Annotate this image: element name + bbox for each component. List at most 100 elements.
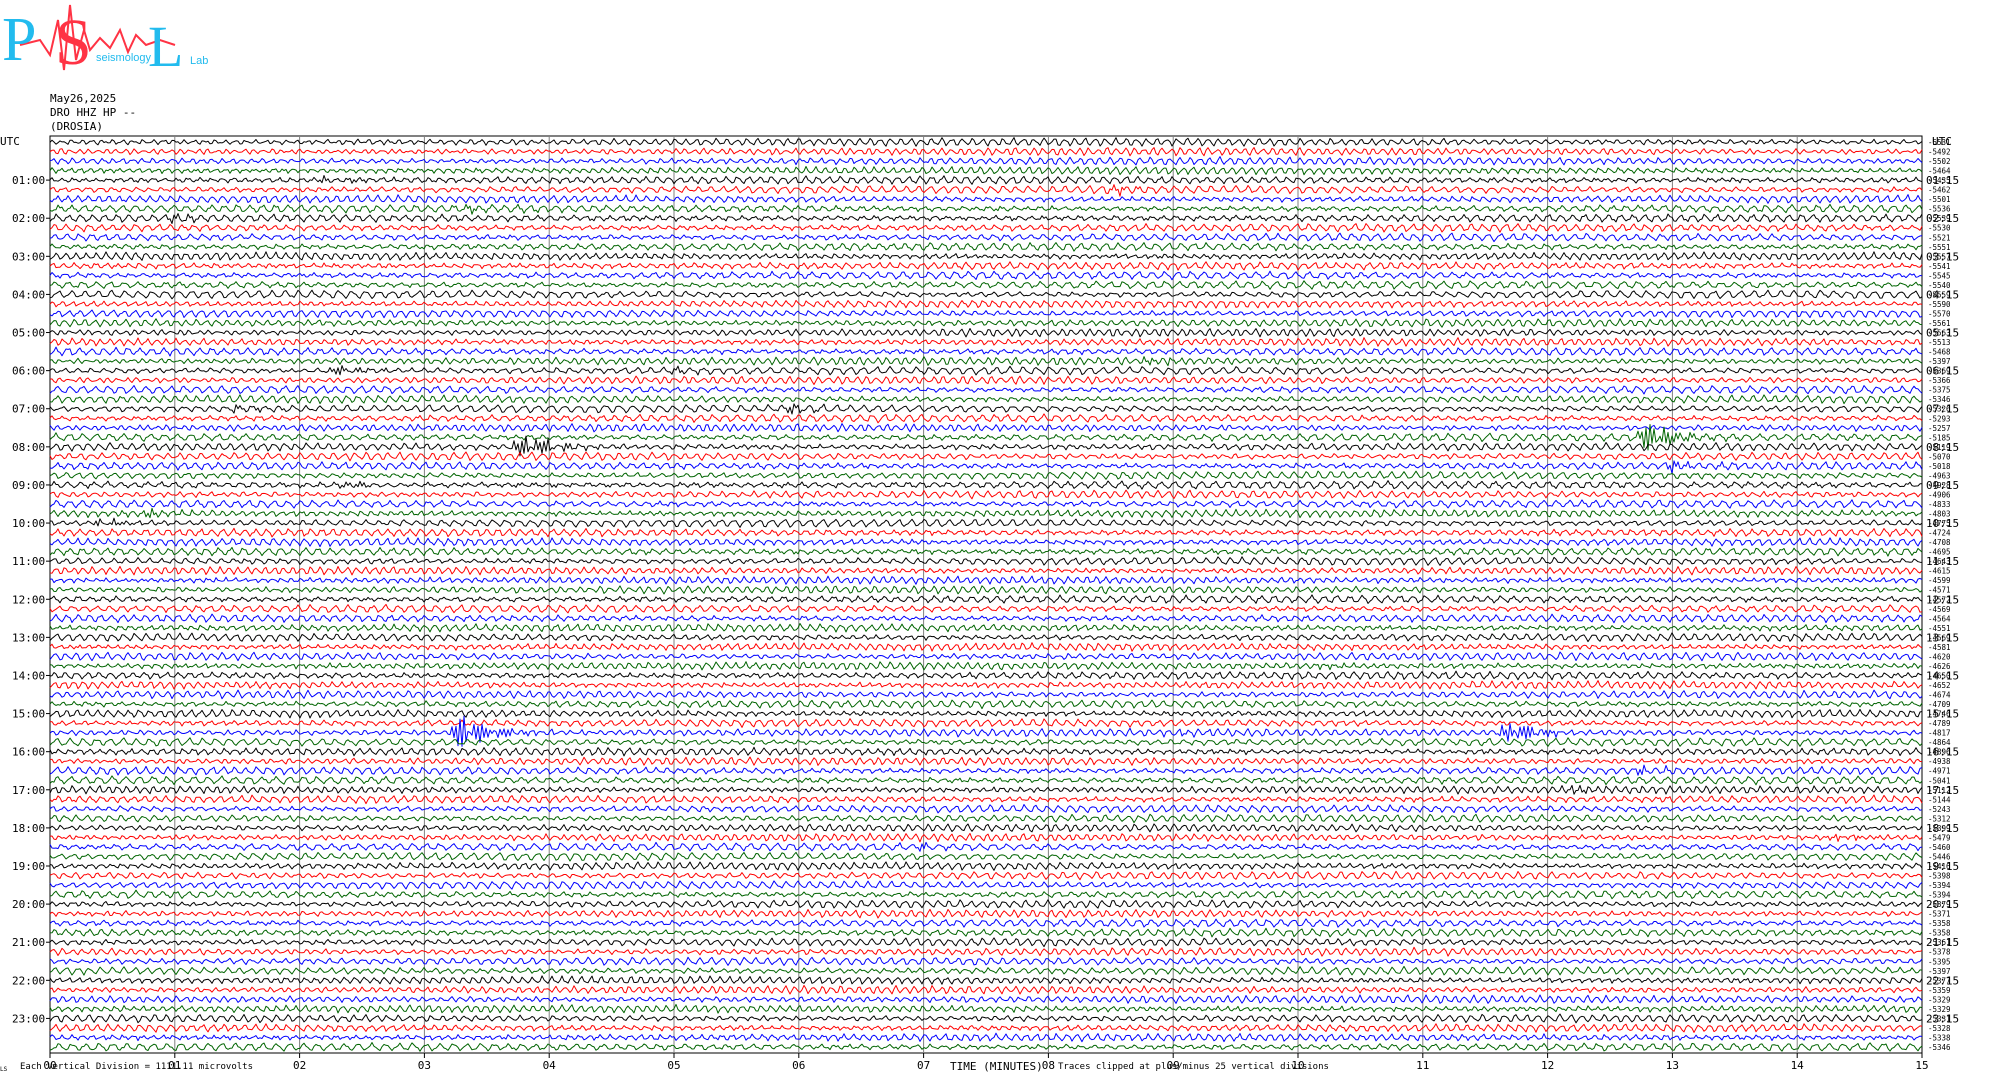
trace-line	[49, 764, 1923, 776]
row-offset-label: -4833	[1928, 500, 1951, 509]
helicorder-plot: 00 01 02 03 04 05 06 07 08 09 10 11 12 13 14 15-5531-54…	[0, 135, 1959, 1072]
trace-line	[49, 746, 1923, 757]
right-hour-label: 03:15	[1926, 250, 1959, 263]
trace-line	[49, 689, 1923, 700]
trace-line	[49, 994, 1923, 1004]
right-hour-label: 20:15	[1926, 898, 1959, 911]
trace-line	[49, 184, 1923, 197]
trace-line	[49, 309, 1923, 319]
trace-line	[49, 832, 1923, 843]
right-hour-label: 22:15	[1926, 974, 1959, 987]
trace-line	[49, 280, 1923, 290]
row-offset-label: -5468	[1928, 348, 1951, 357]
right-utc-label: UTC	[1932, 135, 1952, 148]
trace-line	[49, 337, 1923, 347]
right-hour-label: 08:15	[1926, 441, 1959, 454]
trace-line	[49, 213, 1923, 224]
trace-line	[49, 270, 1923, 281]
left-hour-label: 08:00	[12, 441, 45, 454]
x-tick-label: 15	[1915, 1059, 1928, 1072]
right-hour-label: 21:15	[1926, 936, 1959, 949]
x-tick-label: 06	[792, 1059, 805, 1072]
row-offset-label: -5329	[1928, 995, 1951, 1004]
row-offset-label: -5521	[1928, 233, 1951, 242]
trace-line	[49, 718, 1923, 728]
row-offset-label: -4564	[1928, 614, 1951, 623]
right-hour-label: 13:15	[1926, 631, 1959, 644]
row-offset-label: -4599	[1928, 576, 1951, 585]
row-offset-label: -5395	[1928, 957, 1951, 966]
trace-line	[49, 1042, 1923, 1052]
trace-line	[49, 937, 1923, 948]
trace-line	[49, 499, 1923, 509]
row-offset-label: -5346	[1928, 1043, 1951, 1052]
left-hour-label: 11:00	[12, 555, 45, 568]
row-offset-label: -5018	[1928, 462, 1951, 471]
trace-line	[49, 365, 1923, 376]
left-hour-label: 14:00	[12, 669, 45, 682]
trace-line	[49, 223, 1923, 233]
trace-line	[49, 956, 1923, 966]
left-hour-label: 07:00	[12, 403, 45, 416]
left-hour-label: 03:00	[12, 250, 45, 263]
right-hour-label: 16:15	[1926, 746, 1959, 759]
trace-line	[49, 841, 1923, 852]
trace-line	[49, 870, 1923, 881]
trace-line	[49, 861, 1923, 871]
x-tick-label: 11	[1416, 1059, 1429, 1072]
trace-line	[49, 708, 1923, 719]
row-offset-label: -4674	[1928, 691, 1951, 700]
trace-line	[49, 737, 1923, 747]
trace-line	[49, 137, 1923, 147]
trace-line	[49, 880, 1923, 890]
trace-line	[49, 318, 1923, 328]
trace-line	[49, 480, 1922, 490]
trace-line	[49, 642, 1923, 652]
row-offset-label: -4620	[1928, 652, 1951, 661]
trace-line	[49, 565, 1923, 576]
right-hour-label: 23:15	[1926, 1012, 1959, 1025]
trace-line	[49, 661, 1923, 671]
left-utc-label: UTC	[0, 135, 20, 148]
trace-line	[49, 613, 1923, 624]
left-hour-label: 15:00	[12, 708, 45, 721]
x-tick-label: 14	[1791, 1059, 1805, 1072]
trace-line	[49, 385, 1923, 395]
trace-line	[49, 423, 1923, 433]
row-offset-label: -5501	[1928, 195, 1951, 204]
row-offset-label: -4971	[1928, 767, 1951, 776]
left-hour-label: 21:00	[12, 936, 45, 949]
trace-line	[49, 489, 1923, 500]
x-tick-label: 13	[1666, 1059, 1679, 1072]
right-hour-label: 17:15	[1926, 784, 1959, 797]
trace-line	[49, 527, 1923, 538]
left-hour-label: 05:00	[12, 327, 45, 340]
row-offset-label: -5492	[1928, 148, 1951, 157]
trace-line	[49, 1023, 1923, 1033]
left-hour-label: 06:00	[12, 365, 45, 378]
trace-line	[49, 1013, 1923, 1024]
trace-line	[49, 346, 1923, 357]
trace-line	[49, 556, 1923, 566]
trace-line	[49, 394, 1923, 405]
trace-line	[49, 680, 1923, 690]
x-tick-label: 12	[1541, 1059, 1554, 1072]
trace-line	[49, 594, 1923, 604]
x-tick-label: 03	[418, 1059, 431, 1072]
trace-line	[49, 794, 1923, 805]
trace-line	[49, 251, 1923, 261]
trace-line	[49, 1032, 1923, 1043]
right-hour-label: 01:15	[1926, 174, 1959, 187]
left-hour-label: 12:00	[12, 593, 45, 606]
x-tick-label: 07	[917, 1059, 930, 1072]
trace-line	[49, 232, 1923, 243]
right-hour-label: 06:15	[1926, 365, 1959, 378]
row-offset-label: -5257	[1928, 424, 1951, 433]
row-offset-label: -5243	[1928, 805, 1951, 814]
x-tick-label: 08	[1042, 1059, 1055, 1072]
trace-line	[49, 537, 1923, 548]
row-offset-label: -5570	[1928, 309, 1951, 318]
trace-line	[49, 1003, 1923, 1014]
row-offset-label: -4708	[1928, 538, 1951, 547]
plot-frame	[49, 135, 1923, 1054]
